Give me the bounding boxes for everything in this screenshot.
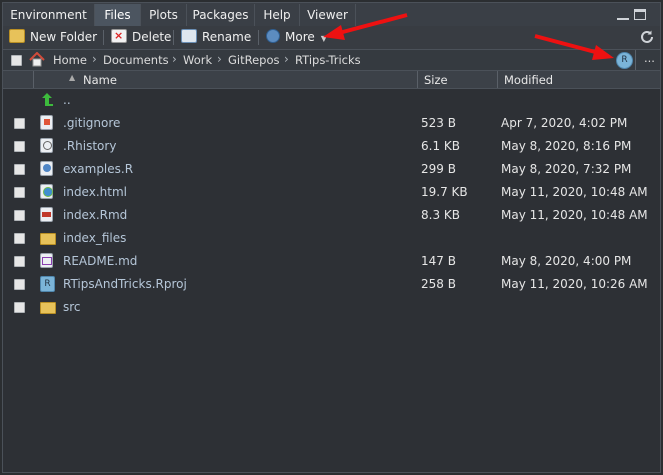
annotation-arrow-more bbox=[338, 13, 408, 35]
file-name-link[interactable]: src bbox=[63, 300, 81, 314]
file-modified: May 8, 2020, 4:00 PM bbox=[501, 254, 632, 268]
file-modified: May 8, 2020, 8:16 PM bbox=[501, 139, 632, 153]
file-modified: Apr 7, 2020, 4:02 PM bbox=[501, 116, 628, 130]
file-checkbox[interactable] bbox=[14, 302, 25, 313]
file-size: 299 B bbox=[421, 162, 456, 176]
html-file-icon bbox=[40, 184, 53, 199]
file-row[interactable]: .Rhistory 6.1 KB May 8, 2020, 8:16 PM bbox=[3, 135, 660, 158]
file-size: 6.1 KB bbox=[421, 139, 460, 153]
rhistory-file-icon bbox=[40, 138, 53, 153]
file-row[interactable]: R RTipsAndTricks.Rproj 258 B May 11, 202… bbox=[3, 273, 660, 296]
file-name-link[interactable]: README.md bbox=[63, 254, 137, 268]
file-row[interactable]: .gitignore 523 B Apr 7, 2020, 4:02 PM bbox=[3, 112, 660, 135]
file-size: 523 B bbox=[421, 116, 456, 130]
file-size: 19.7 KB bbox=[421, 185, 468, 199]
gitignore-file-icon bbox=[40, 115, 53, 130]
file-checkbox[interactable] bbox=[14, 233, 25, 244]
file-size: 147 B bbox=[421, 254, 456, 268]
file-row[interactable]: index_files bbox=[3, 227, 660, 250]
file-name-link[interactable]: RTipsAndTricks.Rproj bbox=[63, 277, 187, 291]
parent-directory-link[interactable]: .. bbox=[63, 93, 71, 107]
markdown-file-icon bbox=[40, 253, 53, 268]
file-row[interactable]: index.Rmd 8.3 KB May 11, 2020, 10:48 AM bbox=[3, 204, 660, 227]
file-checkbox[interactable] bbox=[14, 118, 25, 129]
rproj-file-icon: R bbox=[40, 276, 55, 292]
up-arrow-icon bbox=[40, 92, 54, 107]
file-modified: May 8, 2020, 7:32 PM bbox=[501, 162, 632, 176]
file-name-link[interactable]: examples.R bbox=[63, 162, 133, 176]
annotation-arrow-rproj bbox=[534, 34, 600, 55]
file-checkbox[interactable] bbox=[14, 187, 25, 198]
file-size: 258 B bbox=[421, 277, 456, 291]
file-modified: May 11, 2020, 10:48 AM bbox=[501, 208, 648, 222]
file-name-link[interactable]: index_files bbox=[63, 231, 126, 245]
annotation-arrowhead-more bbox=[323, 25, 345, 40]
file-name-link[interactable]: .gitignore bbox=[63, 116, 120, 130]
file-checkbox[interactable] bbox=[14, 141, 25, 152]
rmd-file-icon bbox=[40, 207, 53, 222]
file-checkbox[interactable] bbox=[14, 256, 25, 267]
file-checkbox[interactable] bbox=[14, 164, 25, 175]
annotation-arrows bbox=[323, 13, 614, 60]
file-modified: May 11, 2020, 10:48 AM bbox=[501, 185, 648, 199]
file-name-link[interactable]: .Rhistory bbox=[63, 139, 116, 153]
file-row[interactable]: README.md 147 B May 8, 2020, 4:00 PM bbox=[3, 250, 660, 273]
file-checkbox[interactable] bbox=[14, 279, 25, 290]
file-row[interactable]: examples.R 299 B May 8, 2020, 7:32 PM bbox=[3, 158, 660, 181]
r-script-file-icon bbox=[40, 161, 53, 176]
file-name-link[interactable]: index.Rmd bbox=[63, 208, 127, 222]
file-row[interactable]: index.html 19.7 KB May 11, 2020, 10:48 A… bbox=[3, 181, 660, 204]
file-row[interactable]: src bbox=[3, 296, 660, 319]
file-modified: May 11, 2020, 10:26 AM bbox=[501, 277, 648, 291]
file-size: 8.3 KB bbox=[421, 208, 460, 222]
file-checkbox[interactable] bbox=[14, 210, 25, 221]
files-pane: Environment Files Plots Packages Help Vi… bbox=[2, 2, 661, 473]
folder-icon bbox=[40, 233, 56, 245]
file-name-link[interactable]: index.html bbox=[63, 185, 127, 199]
folder-icon bbox=[40, 302, 56, 314]
annotation-arrowhead-rproj bbox=[592, 45, 614, 60]
parent-directory-row[interactable]: .. bbox=[3, 89, 660, 112]
